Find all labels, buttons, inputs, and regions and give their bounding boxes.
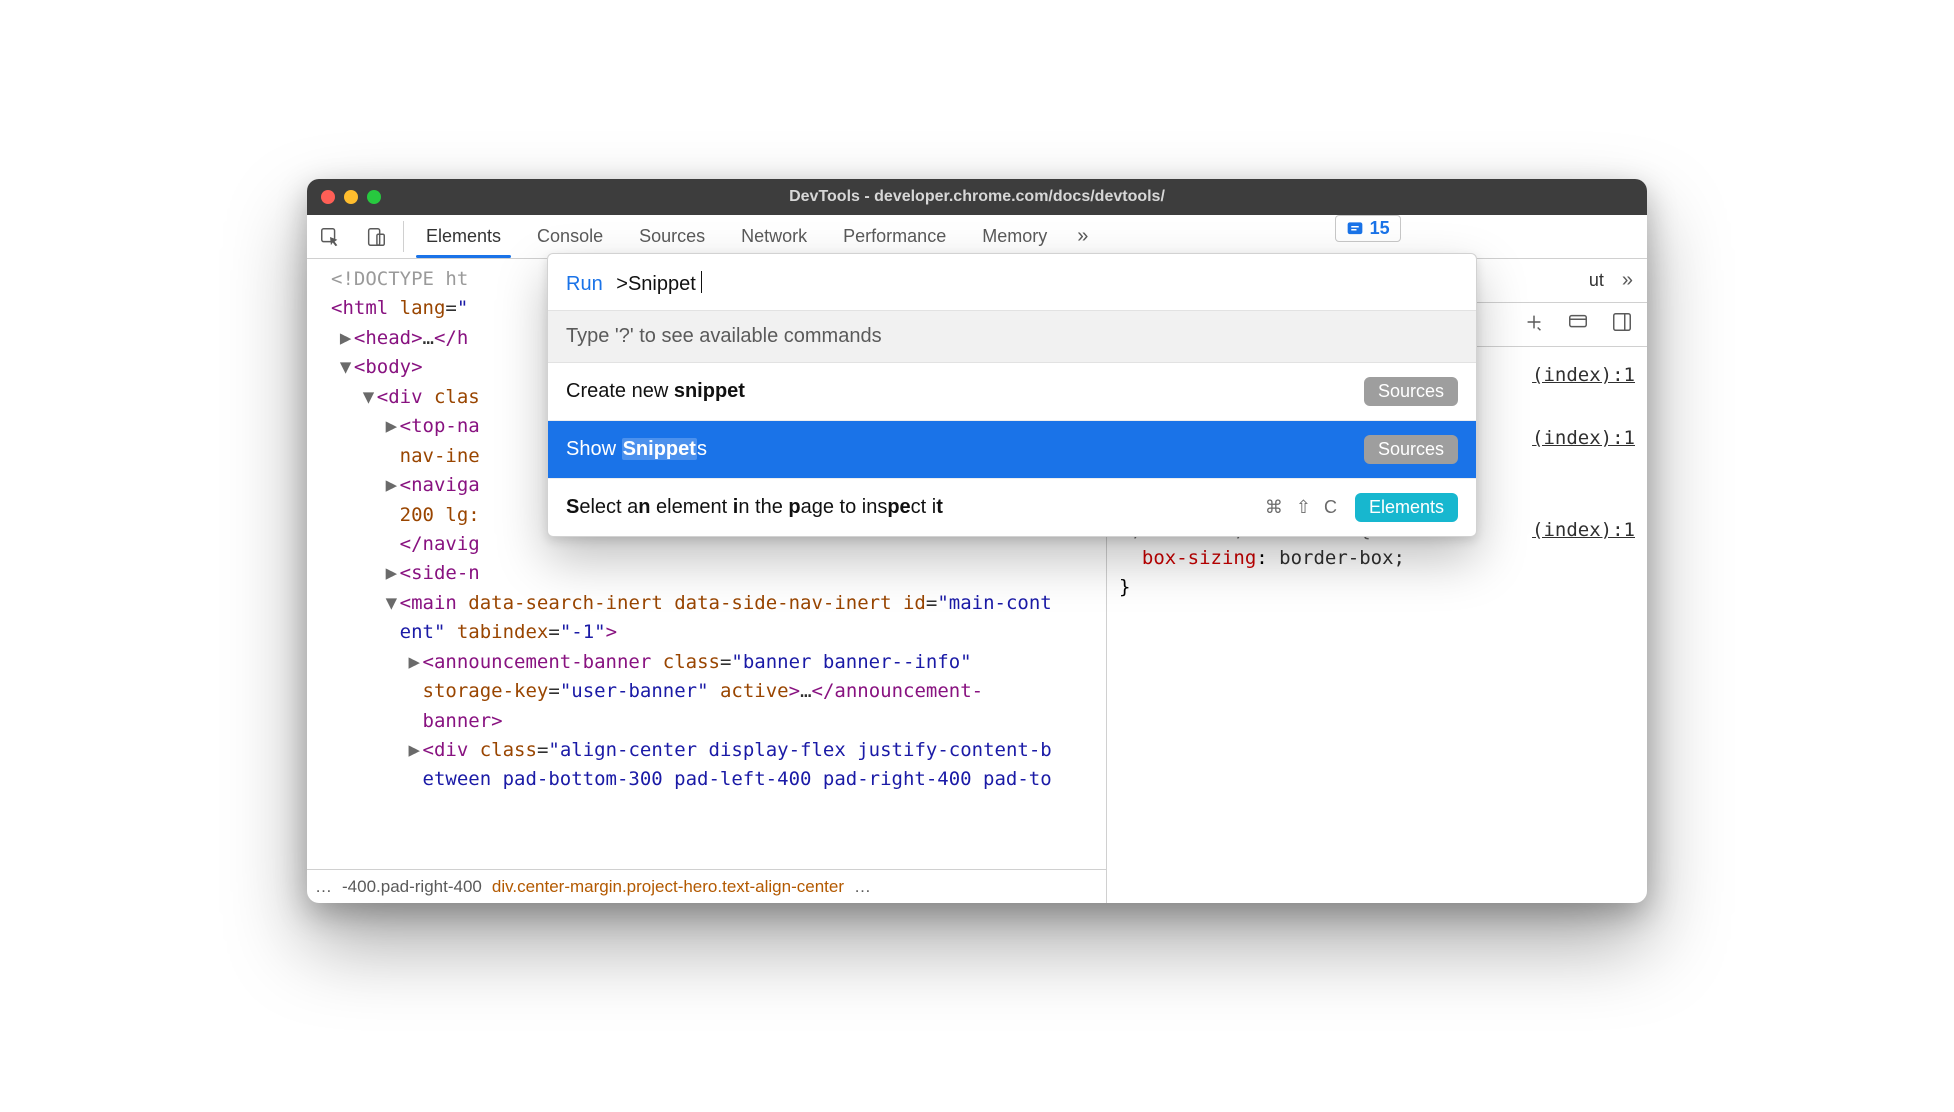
dom-line[interactable]: ▶<announcement-banner class="banner bann… (317, 648, 1102, 677)
inspect-element-icon[interactable] (307, 215, 353, 258)
separator (403, 221, 404, 252)
panel-tab-performance[interactable]: Performance (825, 215, 964, 258)
panel-tab-elements[interactable]: Elements (408, 215, 519, 258)
command-item[interactable]: Select an element in the page to inspect… (548, 479, 1476, 536)
command-shortcut: ⌘ ⇧ C (1265, 497, 1341, 518)
device-toolbar-icon[interactable] (353, 215, 399, 258)
dom-line[interactable]: ent" tabindex="-1"> (317, 618, 1102, 647)
command-item-label: Show Snippets (566, 438, 1364, 461)
close-window-button[interactable] (321, 190, 335, 204)
breadcrumb-part[interactable]: -400.pad-right-400 (342, 877, 482, 897)
breadcrumb-ellipsis[interactable]: … (854, 877, 871, 897)
text-cursor (701, 271, 702, 293)
command-prefix: Run (566, 273, 603, 296)
command-source-badge: Elements (1355, 493, 1458, 522)
panel-tab-memory[interactable]: Memory (964, 215, 1065, 258)
window-title: DevTools - developer.chrome.com/docs/dev… (307, 188, 1647, 206)
toggle-computed-icon[interactable] (1611, 311, 1633, 338)
command-item[interactable]: Show SnippetsSources (548, 421, 1476, 479)
breadcrumb[interactable]: … -400.pad-right-400 div.center-margin.p… (307, 869, 1106, 903)
more-panels-button[interactable]: » (1065, 215, 1100, 258)
dom-line[interactable]: etween pad-bottom-300 pad-left-400 pad-r… (317, 765, 1102, 794)
dom-line[interactable]: ▼<main data-search-inert data-side-nav-i… (317, 589, 1102, 618)
issues-count: 15 (1370, 218, 1390, 239)
titlebar: DevTools - developer.chrome.com/docs/dev… (307, 179, 1647, 215)
toggle-classes-icon[interactable] (1567, 311, 1589, 338)
maximize-window-button[interactable] (367, 190, 381, 204)
issues-counter[interactable]: 15 (1335, 215, 1401, 242)
command-item-label: Select an element in the page to inspect… (566, 496, 1265, 519)
command-palette: Run >Snippet Type '?' to see available c… (547, 253, 1477, 537)
dom-line[interactable]: banner> (317, 707, 1102, 736)
panel-tab-console[interactable]: Console (519, 215, 621, 258)
command-item[interactable]: Create new snippetSources (548, 363, 1476, 421)
new-style-rule-icon[interactable] (1523, 311, 1545, 338)
minimize-window-button[interactable] (344, 190, 358, 204)
command-help: Type '?' to see available commands (548, 310, 1476, 363)
panel-tab-network[interactable]: Network (723, 215, 825, 258)
devtools-window: DevTools - developer.chrome.com/docs/dev… (307, 179, 1647, 903)
command-query: >Snippet (616, 273, 696, 296)
dom-line[interactable]: storage-key="user-banner" active>…</anno… (317, 677, 1102, 706)
panel-tab-sources[interactable]: Sources (621, 215, 723, 258)
dom-line[interactable]: ▶<div class="align-center display-flex j… (317, 736, 1102, 765)
command-source-badge: Sources (1364, 377, 1458, 406)
more-sidebar-tabs[interactable]: » (1622, 269, 1633, 292)
window-controls (321, 190, 381, 204)
panel-tabs: ElementsConsoleSourcesNetworkPerformance… (408, 215, 1065, 258)
command-source-badge: Sources (1364, 435, 1458, 464)
breadcrumb-ellipsis[interactable]: … (315, 877, 332, 897)
sidebar-tab-fragment[interactable]: ut (1589, 270, 1604, 291)
breadcrumb-selected[interactable]: div.center-margin.project-hero.text-alig… (492, 877, 844, 897)
command-input-row[interactable]: Run >Snippet (548, 254, 1476, 310)
dom-line[interactable]: ▶<side-n (317, 559, 1102, 588)
command-item-label: Create new snippet (566, 380, 1364, 403)
